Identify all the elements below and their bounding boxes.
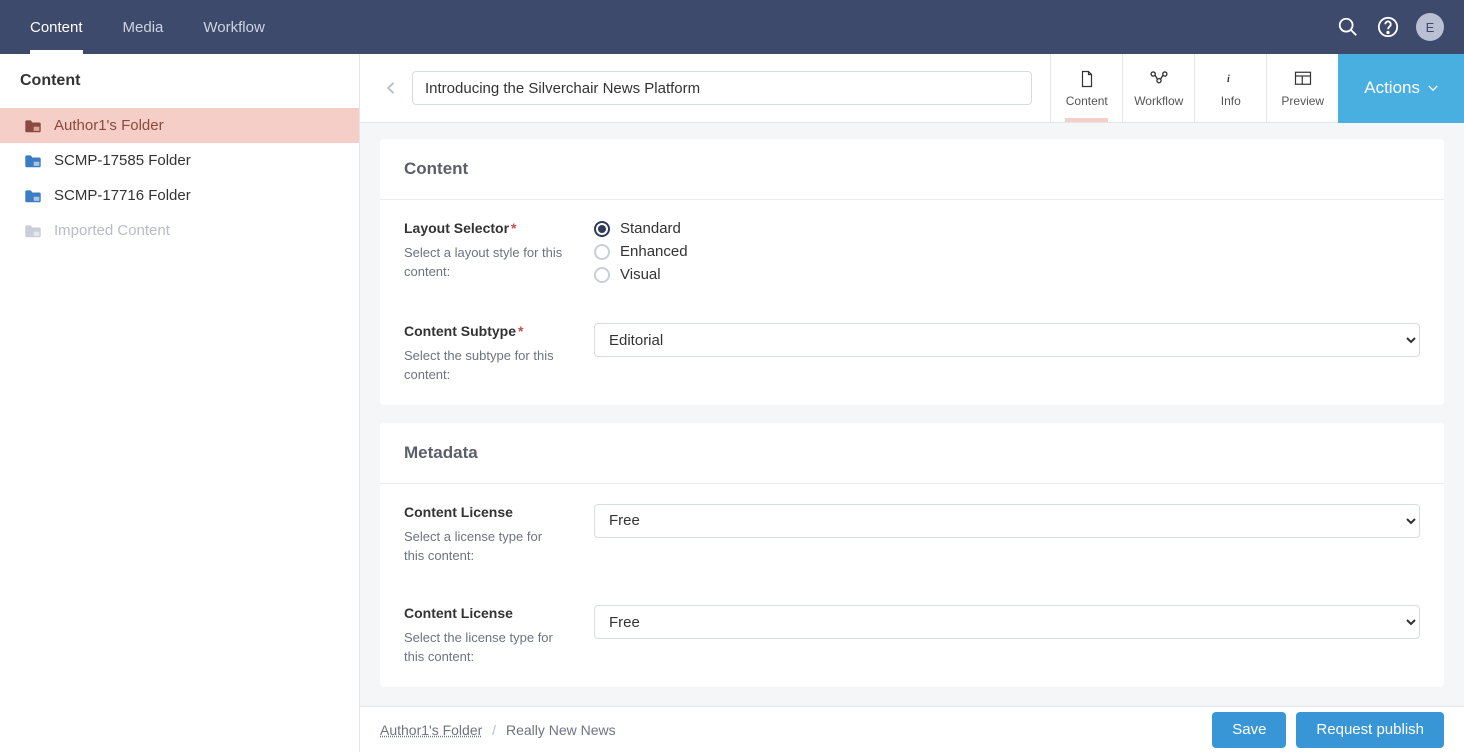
tool-tab-label: Workflow bbox=[1134, 94, 1183, 108]
radio-icon bbox=[594, 267, 610, 283]
folder-icon bbox=[24, 154, 42, 168]
content-subtype-select[interactable]: Editorial bbox=[594, 323, 1420, 357]
breadcrumb-link[interactable]: Author1's Folder bbox=[380, 722, 482, 738]
field-label-text: Layout Selector bbox=[404, 220, 509, 236]
topbar-tab-workflow[interactable]: Workflow bbox=[183, 0, 284, 54]
sidebar: Content Author1's Folder SCMP-17585 Fold… bbox=[0, 54, 360, 752]
content-subtype-field: Content Subtype* Select the subtype for … bbox=[380, 303, 1444, 405]
layout-radio-enhanced[interactable]: Enhanced bbox=[594, 243, 1420, 260]
breadcrumb-separator: / bbox=[492, 722, 496, 738]
tree-item-label: SCMP-17716 Folder bbox=[54, 187, 191, 204]
topbar: Content Media Workflow E bbox=[0, 0, 1464, 54]
tree-item-label: SCMP-17585 Folder bbox=[54, 152, 191, 169]
editor-toolbar: Content Workflow i Info Preview Actions bbox=[360, 54, 1464, 123]
topbar-tabs: Content Media Workflow bbox=[10, 0, 1336, 54]
folder-icon bbox=[24, 224, 42, 238]
back-button[interactable] bbox=[378, 74, 406, 102]
tree-item-scmp-17716[interactable]: SCMP-17716 Folder bbox=[0, 178, 359, 213]
breadcrumb: Author1's Folder / Really New News bbox=[380, 722, 616, 738]
content-area[interactable]: Content Layout Selector* Select a layout… bbox=[360, 123, 1464, 752]
topbar-tab-media[interactable]: Media bbox=[103, 0, 184, 54]
layout-selector-radio-group: Standard Enhanced Visual bbox=[594, 220, 1420, 283]
avatar-initial: E bbox=[1426, 20, 1435, 35]
breadcrumb-current: Really New News bbox=[506, 722, 616, 738]
metadata-card: Metadata Content License Select a licens… bbox=[380, 423, 1444, 687]
search-icon[interactable] bbox=[1336, 15, 1360, 39]
metadata-card-header: Metadata bbox=[380, 423, 1444, 484]
tool-tab-label: Info bbox=[1221, 94, 1241, 108]
document-icon bbox=[1078, 68, 1096, 90]
tool-tab-workflow[interactable]: Workflow bbox=[1122, 54, 1194, 122]
content-license-b-select[interactable]: Free bbox=[594, 605, 1420, 639]
content-license-a-help: Select a license type for this content: bbox=[404, 528, 564, 566]
tool-tab-label: Content bbox=[1066, 94, 1108, 108]
radio-label: Visual bbox=[620, 266, 661, 283]
help-icon[interactable] bbox=[1376, 15, 1400, 39]
user-avatar[interactable]: E bbox=[1416, 13, 1444, 41]
workflow-icon bbox=[1149, 68, 1169, 90]
tree-item-label: Author1's Folder bbox=[54, 117, 164, 134]
chevron-down-icon bbox=[1428, 85, 1438, 92]
content-license-a-field: Content License Select a license type fo… bbox=[380, 484, 1444, 586]
tool-tab-label: Preview bbox=[1281, 94, 1324, 108]
tool-tab-info[interactable]: i Info bbox=[1194, 54, 1266, 122]
required-marker: * bbox=[511, 220, 516, 236]
content-license-b-field: Content License Select the license type … bbox=[380, 585, 1444, 687]
content-card: Content Layout Selector* Select a layout… bbox=[380, 139, 1444, 405]
topbar-tab-content[interactable]: Content bbox=[10, 0, 103, 54]
topbar-tab-label: Media bbox=[123, 19, 164, 36]
layout-selector-label: Layout Selector* bbox=[404, 220, 564, 236]
save-button-label: Save bbox=[1232, 721, 1266, 738]
save-button[interactable]: Save bbox=[1212, 712, 1286, 748]
required-marker: * bbox=[518, 323, 523, 339]
content-card-header: Content bbox=[380, 139, 1444, 200]
main: Content Workflow i Info Preview Actions bbox=[360, 54, 1464, 752]
actions-button[interactable]: Actions bbox=[1338, 54, 1464, 123]
layout-selector-help: Select a layout style for this content: bbox=[404, 244, 564, 282]
radio-label: Standard bbox=[620, 220, 681, 237]
radio-icon bbox=[594, 221, 610, 237]
tree-item-imported-content: Imported Content bbox=[0, 213, 359, 248]
preview-icon bbox=[1293, 68, 1313, 90]
actions-label: Actions bbox=[1364, 78, 1420, 98]
topbar-tab-label: Workflow bbox=[203, 19, 264, 36]
layout-radio-standard[interactable]: Standard bbox=[594, 220, 1420, 237]
request-publish-button-label: Request publish bbox=[1316, 721, 1424, 738]
tree-item-author1-folder[interactable]: Author1's Folder bbox=[0, 108, 359, 143]
topbar-tab-label: Content bbox=[30, 19, 83, 36]
radio-label: Enhanced bbox=[620, 243, 688, 260]
content-license-a-label: Content License bbox=[404, 504, 564, 520]
field-label-text: Content Subtype bbox=[404, 323, 516, 339]
content-license-b-help: Select the license type for this content… bbox=[404, 629, 564, 667]
tool-tabs: Content Workflow i Info Preview bbox=[1050, 54, 1338, 122]
tool-tab-content[interactable]: Content bbox=[1050, 54, 1122, 122]
request-publish-button[interactable]: Request publish bbox=[1296, 712, 1444, 748]
content-subtype-help: Select the subtype for this content: bbox=[404, 347, 564, 385]
layout-radio-visual[interactable]: Visual bbox=[594, 266, 1420, 283]
svg-text:i: i bbox=[1227, 74, 1230, 85]
folder-icon bbox=[24, 119, 42, 133]
folder-icon bbox=[24, 189, 42, 203]
radio-icon bbox=[594, 244, 610, 260]
info-icon: i bbox=[1225, 68, 1237, 90]
title-input[interactable] bbox=[412, 71, 1032, 105]
topbar-icons: E bbox=[1336, 13, 1454, 41]
tool-tab-preview[interactable]: Preview bbox=[1266, 54, 1338, 122]
content-subtype-label: Content Subtype* bbox=[404, 323, 564, 339]
footer: Author1's Folder / Really New News Save … bbox=[360, 706, 1464, 752]
content-license-a-select[interactable]: Free bbox=[594, 504, 1420, 538]
tree-item-label: Imported Content bbox=[54, 222, 170, 239]
tree-item-scmp-17585[interactable]: SCMP-17585 Folder bbox=[0, 143, 359, 178]
layout-selector-field: Layout Selector* Select a layout style f… bbox=[380, 200, 1444, 303]
content-license-b-label: Content License bbox=[404, 605, 564, 621]
sidebar-title: Content bbox=[0, 54, 359, 108]
